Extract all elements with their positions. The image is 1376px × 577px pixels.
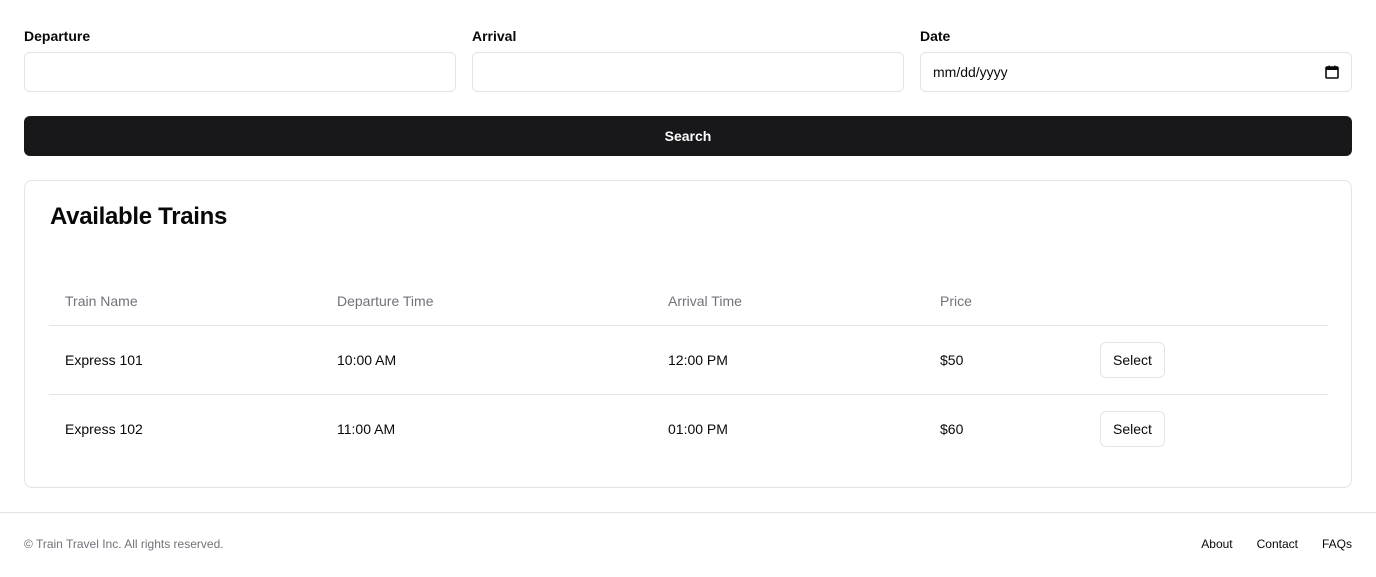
footer-copyright: © Train Travel Inc. All rights reserved. — [24, 537, 224, 551]
footer-link-contact[interactable]: Contact — [1257, 537, 1298, 551]
price-cell: $60 — [924, 393, 1084, 463]
departure-label: Departure — [24, 28, 91, 44]
departure-field-group: Departure — [24, 28, 456, 92]
departure-input[interactable] — [24, 52, 456, 92]
arrival-time-cell: 01:00 PM — [652, 393, 924, 463]
date-label: Date — [920, 28, 951, 44]
trains-table: Train Name Departure Time Arrival Time P… — [49, 277, 1328, 463]
arrival-time-cell: 12:00 PM — [668, 351, 728, 368]
footer-link-faqs[interactable]: FAQs — [1322, 537, 1352, 551]
train-name-cell: Express 102 — [49, 393, 321, 463]
column-header-action — [1084, 277, 1328, 326]
search-button[interactable]: Search — [24, 116, 1352, 156]
calendar-icon[interactable] — [1325, 65, 1339, 79]
search-form: Departure Arrival Date mm/dd/yyyy Search — [24, 28, 1352, 156]
date-input[interactable]: mm/dd/yyyy — [920, 52, 1352, 92]
train-name-cell: Express 101 — [65, 351, 143, 368]
footer-nav: About Contact FAQs — [1201, 537, 1352, 551]
price-cell: $50 — [940, 351, 964, 368]
column-header-arrival-time: Arrival Time — [652, 277, 924, 326]
column-header-train-name: Train Name — [49, 277, 321, 326]
column-header-price: Price — [924, 277, 1084, 326]
select-train-button[interactable]: Select — [1100, 341, 1165, 378]
table-row: Express 101 10:00 AM 12:00 PM $50 Select — [49, 325, 1328, 394]
card-title: Available Trains — [50, 203, 228, 230]
arrival-input[interactable] — [472, 52, 904, 92]
footer-link-about[interactable]: About — [1201, 537, 1232, 551]
column-header-departure-time: Departure Time — [321, 277, 652, 326]
action-cell: Select — [1084, 393, 1328, 463]
select-train-button[interactable]: Select — [1100, 410, 1165, 447]
date-field-group: Date mm/dd/yyyy — [920, 28, 1352, 92]
departure-time-cell: 10:00 AM — [337, 351, 397, 368]
table-header: Train Name Departure Time Arrival Time P… — [49, 277, 1328, 326]
departure-time-cell: 11:00 AM — [321, 393, 652, 463]
date-placeholder: mm/dd/yyyy — [933, 64, 1008, 80]
table-body: Express 101 10:00 AM 12:00 PM $50 Select… — [49, 325, 1328, 463]
search-fields-row: Departure Arrival Date mm/dd/yyyy — [24, 28, 1352, 92]
arrival-field-group: Arrival — [472, 28, 904, 92]
table-row: Express 102 11:00 AM 01:00 PM $60 Select — [49, 393, 1328, 463]
available-trains-card: Available Trains Train Name Departure Ti… — [24, 180, 1352, 488]
table-header-row: Train Name Departure Time Arrival Time P… — [49, 277, 1328, 326]
action-cell: Select — [1084, 325, 1328, 394]
arrival-label: Arrival — [472, 28, 517, 44]
footer: © Train Travel Inc. All rights reserved.… — [0, 512, 1376, 577]
